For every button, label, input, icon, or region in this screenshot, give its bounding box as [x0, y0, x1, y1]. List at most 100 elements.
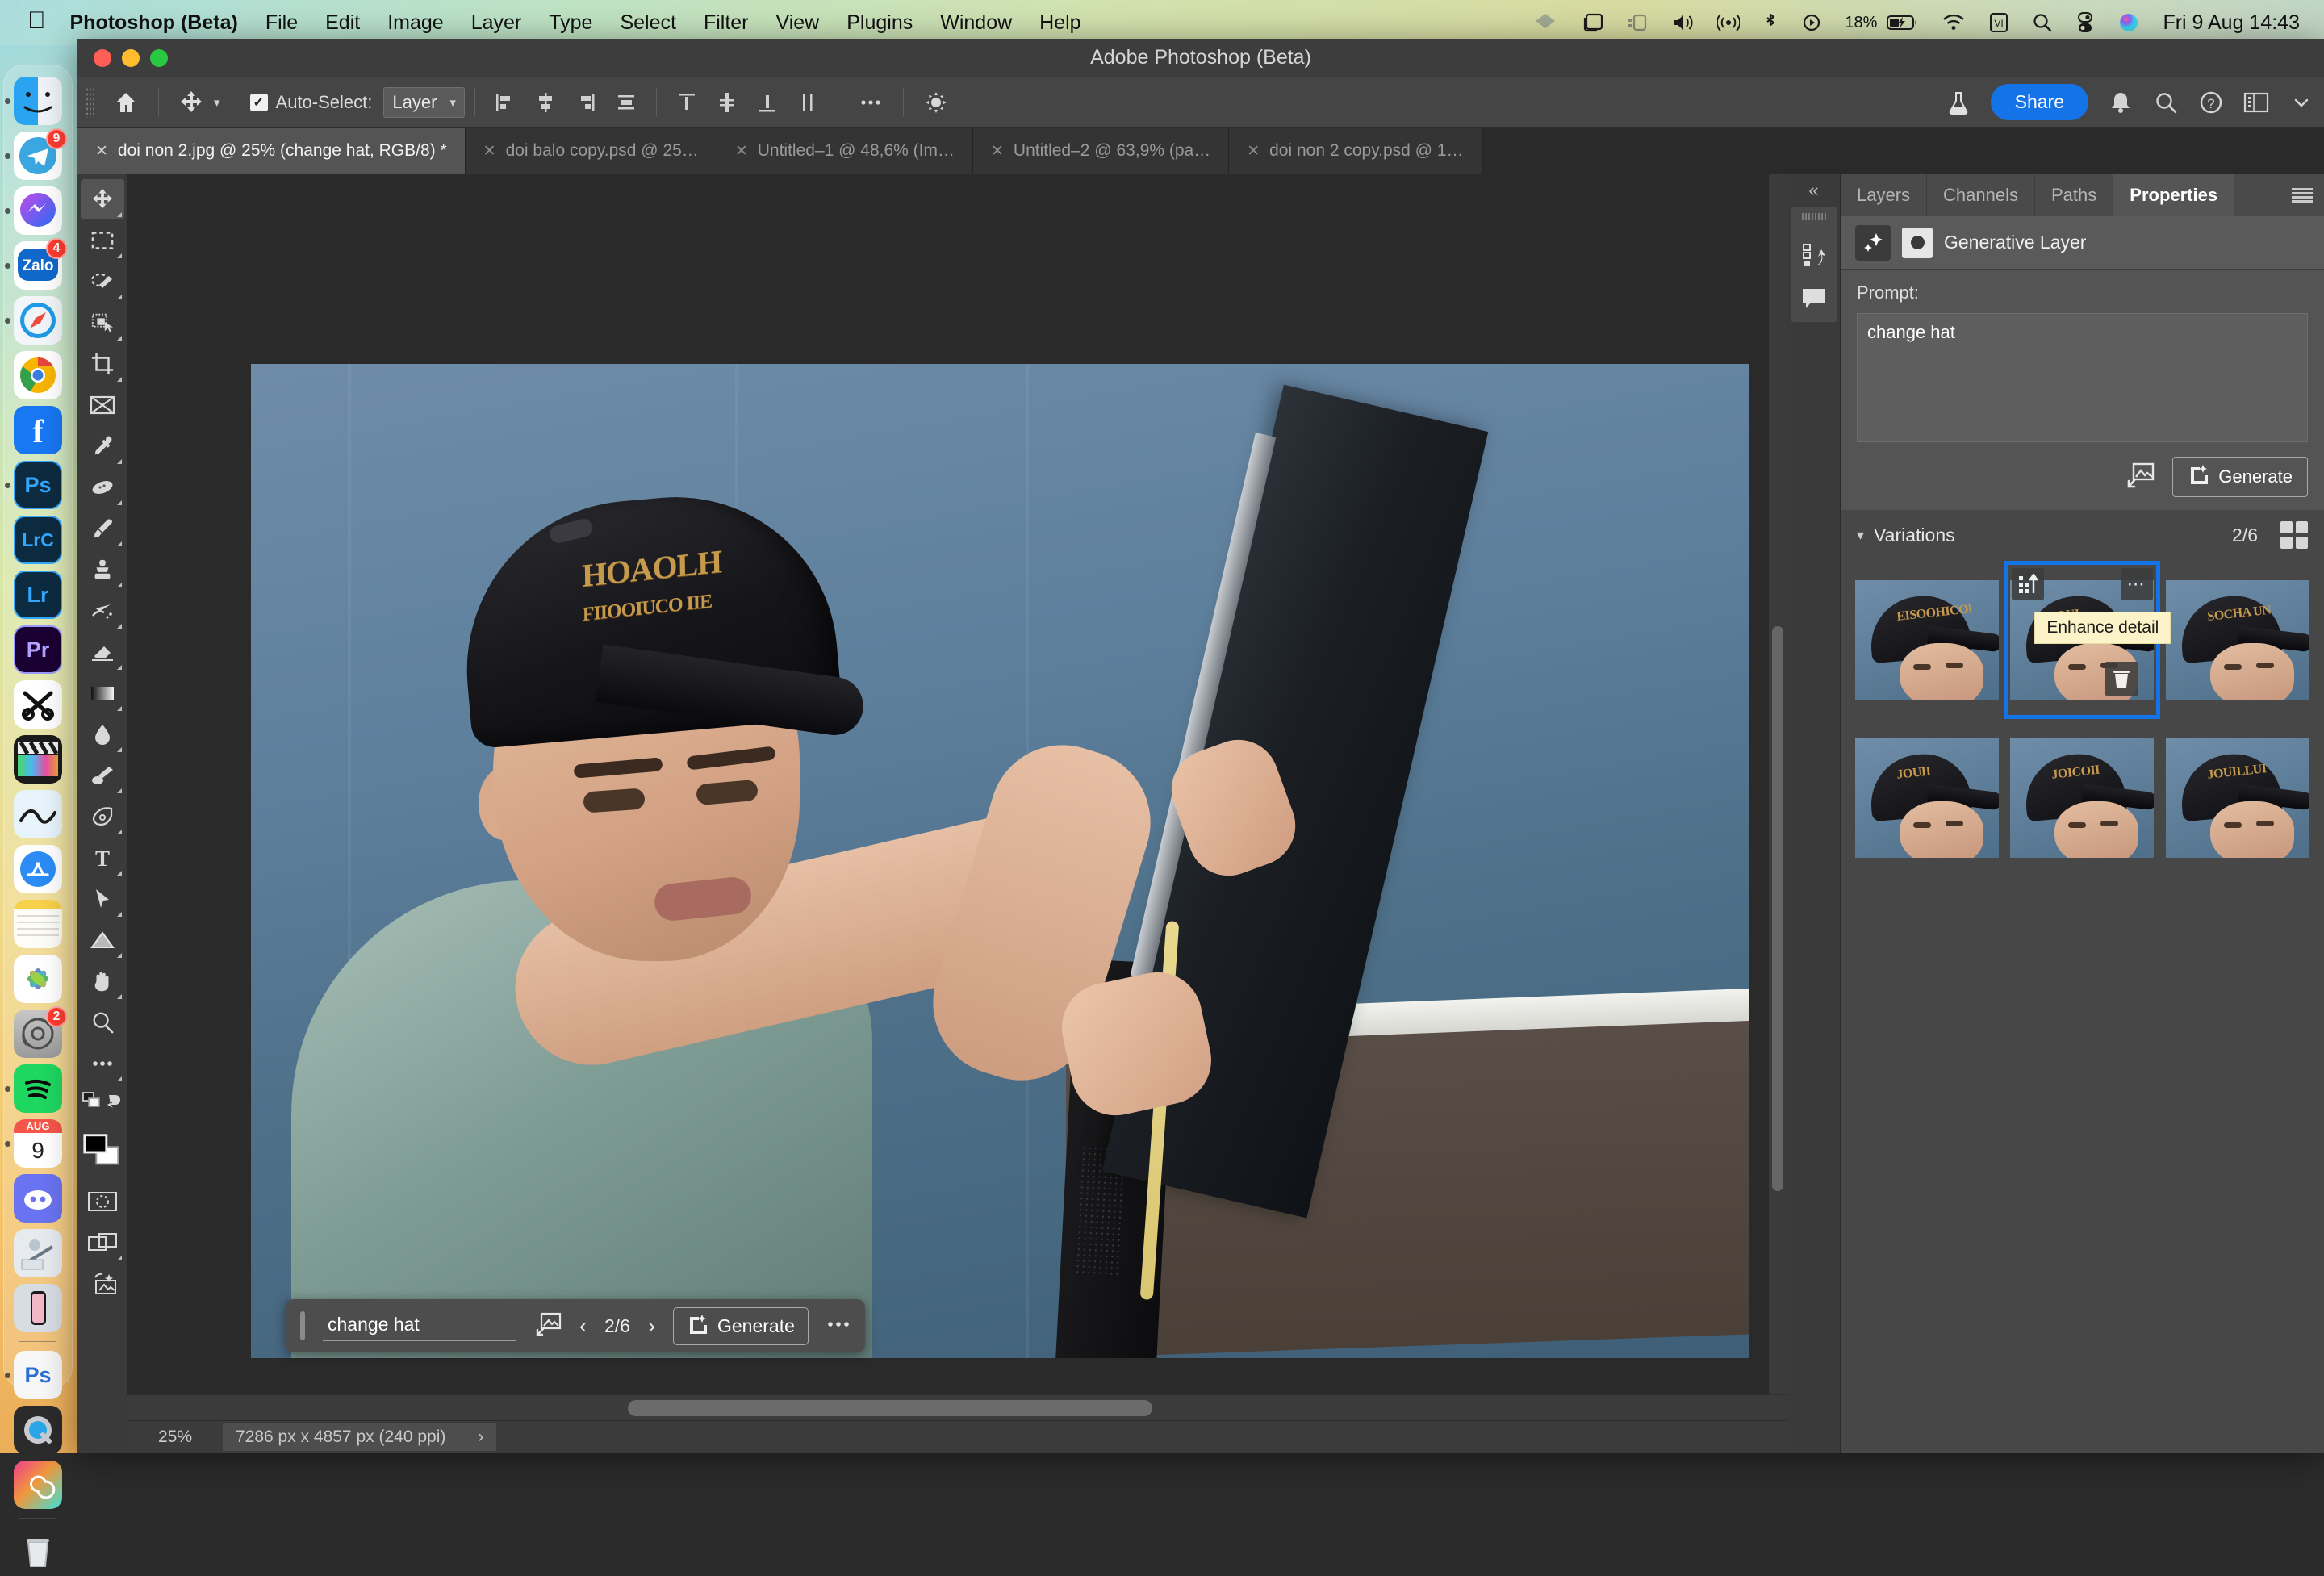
variation-thumb-6[interactable]: JOUILLUI — [2163, 721, 2313, 875]
tool-eyedropper[interactable] — [81, 426, 124, 466]
trash-icon[interactable] — [2105, 662, 2138, 696]
dock-item-calendar[interactable]: AUG 9 — [14, 1119, 62, 1168]
dock-item-telegram[interactable]: 9 — [14, 132, 62, 180]
tool-blur[interactable] — [81, 714, 124, 755]
tool-rectangular-marquee[interactable] — [81, 220, 124, 261]
dock-item-lightroom-classic[interactable]: LrC — [14, 516, 62, 564]
dock-item-photos[interactable] — [14, 955, 62, 1003]
variation-thumb-3[interactable]: SOCHA UN — [2163, 563, 2313, 717]
auto-select-scope-dropdown[interactable]: Layer ▾ — [383, 87, 465, 118]
dock-item-messenger[interactable] — [14, 186, 62, 235]
align-top-edges-icon[interactable] — [667, 85, 707, 120]
align-left-edges-icon[interactable] — [485, 85, 525, 120]
previous-variation-button[interactable]: ‹ — [579, 1314, 587, 1339]
tool-gradient[interactable] — [81, 673, 124, 713]
tool-hand[interactable] — [81, 961, 124, 1001]
close-tab-icon[interactable]: ✕ — [1247, 142, 1260, 161]
tool-history-brush[interactable] — [81, 591, 124, 631]
menu-item-file[interactable]: File — [265, 11, 298, 35]
tool-lasso[interactable] — [81, 303, 124, 343]
distribute-icon[interactable] — [606, 85, 646, 120]
gear-icon[interactable] — [913, 84, 959, 121]
status-expand-chevron-right-icon[interactable]: › — [478, 1428, 483, 1447]
menu-item-plugins[interactable]: Plugins — [846, 11, 913, 35]
tool-crop[interactable] — [81, 344, 124, 384]
dock-item-system-settings[interactable]: 2 — [14, 1010, 62, 1058]
distribute-vertical-icon[interactable] — [788, 85, 828, 120]
tool-eraser[interactable] — [81, 632, 124, 672]
add-reference-image-icon[interactable] — [2125, 462, 2155, 493]
dock-item-notes[interactable] — [14, 900, 62, 948]
taskbar-grip[interactable] — [300, 1311, 305, 1340]
tool-dodge[interactable] — [81, 755, 124, 796]
tool-clone-stamp[interactable] — [81, 550, 124, 590]
menu-item-image[interactable]: Image — [387, 11, 443, 35]
bluetooth-icon[interactable] — [1762, 10, 1779, 35]
align-horizontal-centers-icon[interactable] — [525, 85, 566, 120]
close-tab-icon[interactable]: ✕ — [95, 142, 108, 161]
dock-item-zalo[interactable]: Zalo 4 — [14, 241, 62, 290]
canvas-vertical-scrollbar[interactable] — [1772, 626, 1783, 1191]
control-center-icon[interactable] — [2075, 10, 2095, 35]
dock-item-davinci-resolve[interactable] — [14, 790, 62, 838]
foreground-background-color[interactable] — [81, 1122, 124, 1181]
collapse-panels-icon[interactable]: « — [1787, 174, 1840, 207]
dropbox-icon[interactable] — [1533, 10, 1557, 35]
menu-item-photoshop[interactable]: Photoshop (Beta) — [70, 11, 238, 35]
beta-flask-icon[interactable] — [1936, 84, 1981, 121]
now-playing-icon[interactable] — [1801, 10, 1822, 35]
options-bar-grip[interactable] — [86, 87, 95, 118]
variation-thumb-5[interactable]: JOICOII — [2007, 721, 2157, 875]
panel-generate-button[interactable]: Generate — [2172, 457, 2308, 497]
more-options-icon[interactable]: ⋯ — [2121, 568, 2153, 600]
menu-item-edit[interactable]: Edit — [325, 11, 360, 35]
comments-panel-icon[interactable] — [1800, 286, 1828, 311]
dock-item-trash[interactable] — [14, 1528, 62, 1576]
more-options-icon[interactable] — [826, 1319, 851, 1333]
dock-item-photoshop-cc[interactable]: Ps — [14, 461, 62, 509]
document-canvas[interactable]: HOAOLH FIIOOIUCO IIE — [251, 364, 1749, 1358]
history-panel-icon[interactable] — [1800, 241, 1828, 269]
chevron-down-icon[interactable]: ▾ — [1857, 527, 1864, 544]
spotlight-search-icon[interactable] — [2032, 10, 2053, 35]
move-tool-icon[interactable] — [169, 84, 214, 121]
align-bottom-edges-icon[interactable] — [747, 85, 788, 120]
dock-item-discord[interactable] — [14, 1174, 62, 1223]
menu-item-help[interactable]: Help — [1039, 11, 1080, 35]
close-tab-icon[interactable]: ✕ — [735, 142, 748, 161]
dock-item-lightroom[interactable]: Lr — [14, 571, 62, 619]
menu-item-layer[interactable]: Layer — [471, 11, 522, 35]
dock-item-safari[interactable] — [14, 296, 62, 345]
panel-menu-icon[interactable] — [2292, 188, 2313, 203]
quick-mask-icon[interactable] — [81, 1181, 124, 1222]
tool-spot-healing-brush[interactable] — [81, 467, 124, 508]
tool-move[interactable] — [81, 179, 124, 219]
dock-item-capcut[interactable] — [14, 680, 62, 729]
document-tab-0[interactable]: ✕ doi non 2.jpg @ 25% (change hat, RGB/8… — [77, 128, 466, 174]
document-tab-2[interactable]: ✕ Untitled–1 @ 48,6% (Im… — [717, 128, 973, 174]
dock-item-finder[interactable] — [14, 77, 62, 125]
tab-paths[interactable]: Paths — [2035, 174, 2113, 216]
dock-item-chrome[interactable] — [14, 351, 62, 399]
tool-zoom[interactable] — [81, 1002, 124, 1043]
volume-icon[interactable] — [1670, 10, 1695, 35]
more-options-icon[interactable] — [848, 84, 893, 121]
prompt-textarea[interactable]: change hat — [1857, 313, 2308, 442]
canvas-horizontal-scroll-track[interactable] — [127, 1394, 1787, 1420]
wifi-icon[interactable] — [1942, 10, 1966, 35]
tab-channels[interactable]: Channels — [1927, 174, 2035, 216]
menu-item-type[interactable]: Type — [549, 11, 592, 35]
menu-item-window[interactable]: Window — [940, 11, 1012, 35]
canvas-viewport[interactable]: HOAOLH FIIOOIUCO IIE change hat ‹ 2/6 › — [127, 174, 1787, 1394]
dock-item-iphone-mirroring[interactable] — [14, 1284, 62, 1332]
tool-type[interactable]: T — [81, 838, 124, 878]
menu-bar-clock[interactable]: Fri 9 Aug 14:43 — [2163, 11, 2300, 35]
dock-item-creative-cloud[interactable] — [14, 1461, 62, 1509]
generative-fill-icon[interactable] — [81, 1264, 124, 1304]
tool-object-selection[interactable] — [81, 261, 124, 302]
tab-layers[interactable]: Layers — [1841, 174, 1927, 216]
tool-brush[interactable] — [81, 508, 124, 549]
variation-thumb-1[interactable]: EISOOHICODO — [1852, 563, 2002, 717]
menu-item-view[interactable]: View — [776, 11, 820, 35]
dock-item-final-cut-pro[interactable] — [14, 735, 62, 784]
